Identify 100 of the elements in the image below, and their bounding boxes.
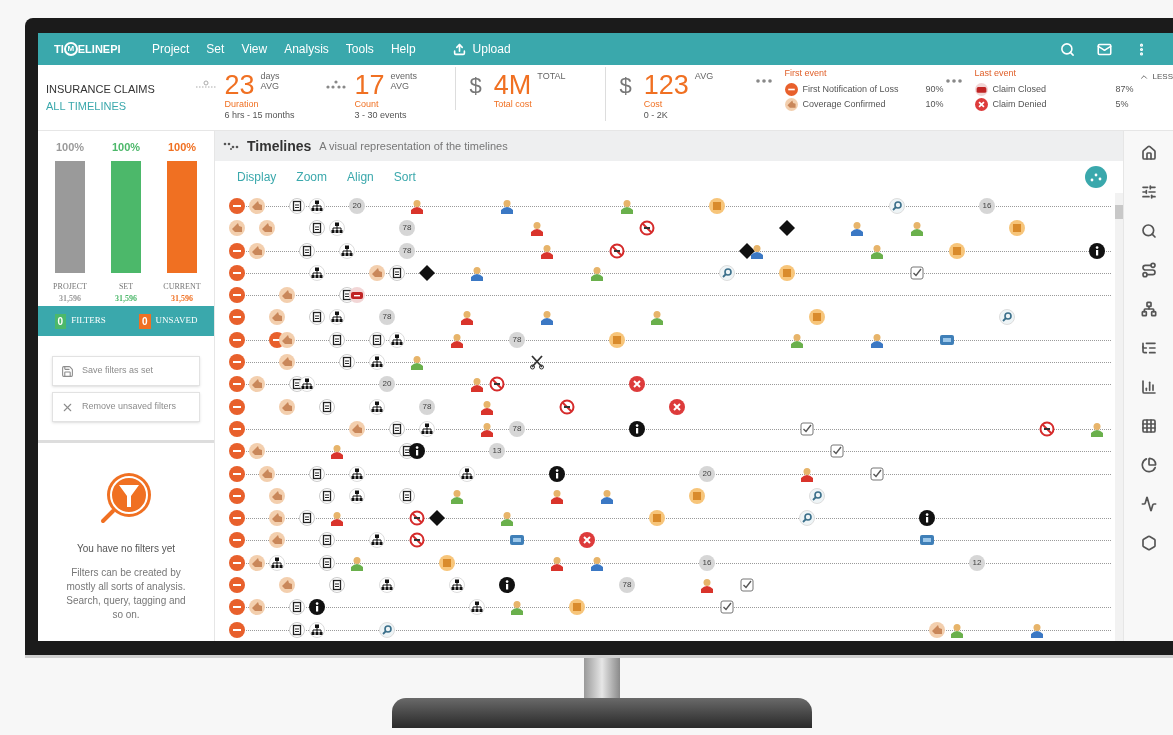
magnifier-icon[interactable] <box>999 309 1015 326</box>
count-badge[interactable]: 78 <box>399 242 415 259</box>
info-icon[interactable] <box>549 465 565 482</box>
chart-button[interactable] <box>1085 166 1107 188</box>
count-badge[interactable]: 78 <box>419 398 435 415</box>
clipboard-icon[interactable] <box>389 264 405 281</box>
rail-tool-icon[interactable] <box>1140 379 1157 395</box>
folder-icon[interactable] <box>779 264 795 281</box>
checkbox-icon[interactable] <box>829 443 845 460</box>
minus-circle-icon[interactable] <box>229 198 245 214</box>
folder-icon[interactable] <box>439 554 455 571</box>
rail-tool-icon[interactable] <box>1140 223 1157 239</box>
hand-icon[interactable] <box>349 420 365 437</box>
hierarchy-icon[interactable] <box>299 376 315 393</box>
diamond-icon[interactable] <box>779 220 795 237</box>
diamond-icon[interactable] <box>419 264 435 281</box>
info-icon[interactable] <box>309 599 325 616</box>
hand-icon[interactable] <box>249 242 265 259</box>
clipboard-icon[interactable] <box>319 532 335 549</box>
count-badge[interactable]: 13 <box>489 443 505 460</box>
clipboard-icon[interactable] <box>329 577 345 594</box>
hierarchy-icon[interactable] <box>309 264 325 281</box>
folder-icon[interactable] <box>1009 220 1025 237</box>
case-icon[interactable] <box>349 287 365 304</box>
hand-icon[interactable] <box>249 443 265 460</box>
prohibition-icon[interactable] <box>1039 420 1055 437</box>
hierarchy-icon[interactable] <box>449 577 465 594</box>
info-icon[interactable] <box>919 510 935 527</box>
clipboard-icon[interactable] <box>399 487 415 504</box>
checkbox-icon[interactable] <box>869 465 885 482</box>
count-badge[interactable]: 78 <box>379 309 395 326</box>
hierarchy-icon[interactable] <box>349 465 365 482</box>
checkbox-icon[interactable] <box>909 264 925 281</box>
clipboard-icon[interactable] <box>299 510 315 527</box>
magnifier-icon[interactable] <box>379 621 395 638</box>
minus-circle-icon[interactable] <box>229 487 245 504</box>
rail-tool-icon[interactable] <box>1140 418 1157 434</box>
hierarchy-icon[interactable] <box>349 487 365 504</box>
hand-icon[interactable] <box>279 398 295 415</box>
clipboard-icon[interactable] <box>329 331 345 348</box>
rail-tool-icon[interactable] <box>1140 145 1157 161</box>
folder-icon[interactable] <box>689 487 705 504</box>
count-badge[interactable]: 20 <box>379 376 395 393</box>
hand-icon[interactable] <box>249 376 265 393</box>
hand-icon[interactable] <box>269 510 285 527</box>
hierarchy-icon[interactable] <box>339 242 355 259</box>
clipboard-icon[interactable] <box>319 487 335 504</box>
info-icon[interactable] <box>629 420 645 437</box>
minus-circle-icon[interactable] <box>229 376 245 393</box>
count-badge[interactable]: 12 <box>969 554 985 571</box>
clipboard-icon[interactable] <box>309 465 325 482</box>
rail-tool-icon[interactable] <box>1140 496 1157 512</box>
count-badge[interactable]: 20 <box>699 465 715 482</box>
hand-icon[interactable] <box>229 220 245 237</box>
cross-circle-icon[interactable] <box>669 398 685 415</box>
minus-circle-icon[interactable] <box>229 599 245 616</box>
count-badge[interactable]: 16 <box>979 198 995 214</box>
minus-circle-icon[interactable] <box>229 354 245 371</box>
hierarchy-icon[interactable] <box>469 599 485 616</box>
clipboard-icon[interactable] <box>309 220 325 237</box>
minus-circle-icon[interactable] <box>229 554 245 571</box>
hierarchy-icon[interactable] <box>459 465 475 482</box>
scrollbar[interactable] <box>1115 193 1123 641</box>
minus-circle-icon[interactable] <box>229 443 245 460</box>
clipboard-icon[interactable] <box>319 554 335 571</box>
hand-icon[interactable] <box>269 532 285 549</box>
clipboard-icon[interactable] <box>319 398 335 415</box>
minus-circle-icon[interactable] <box>229 420 245 437</box>
clipboard-icon[interactable] <box>369 331 385 348</box>
hand-icon[interactable] <box>269 487 285 504</box>
clipboard-icon[interactable] <box>309 309 325 326</box>
minus-circle-icon[interactable] <box>229 264 245 281</box>
hierarchy-icon[interactable] <box>389 331 405 348</box>
hand-icon[interactable] <box>279 331 295 348</box>
folder-icon[interactable] <box>609 331 625 348</box>
prohibition-icon[interactable] <box>409 532 425 549</box>
minus-circle-icon[interactable] <box>229 577 245 594</box>
checkbox-icon[interactable] <box>799 420 815 437</box>
hierarchy-icon[interactable] <box>369 354 385 371</box>
hand-icon[interactable] <box>259 220 275 237</box>
scrollbar-thumb[interactable] <box>1115 205 1123 219</box>
hierarchy-icon[interactable] <box>369 532 385 549</box>
mail-icon[interactable] <box>1097 41 1112 57</box>
minus-circle-icon[interactable] <box>229 532 245 549</box>
clipboard-icon[interactable] <box>289 599 305 616</box>
hand-icon[interactable] <box>249 599 265 616</box>
folder-icon[interactable] <box>649 510 665 527</box>
clipboard-icon[interactable] <box>389 420 405 437</box>
magnifier-icon[interactable] <box>809 487 825 504</box>
rail-tool-icon[interactable] <box>1140 340 1157 356</box>
minus-circle-icon[interactable] <box>229 309 245 326</box>
clipboard-icon[interactable] <box>289 198 305 214</box>
person-icon[interactable] <box>749 242 765 259</box>
folder-icon[interactable] <box>569 599 585 616</box>
cross-circle-icon[interactable] <box>579 532 595 549</box>
rail-tool-icon[interactable] <box>1140 457 1157 473</box>
hierarchy-icon[interactable] <box>329 309 345 326</box>
prohibition-icon[interactable] <box>609 242 625 259</box>
hierarchy-icon[interactable] <box>369 398 385 415</box>
hierarchy-icon[interactable] <box>329 220 345 237</box>
